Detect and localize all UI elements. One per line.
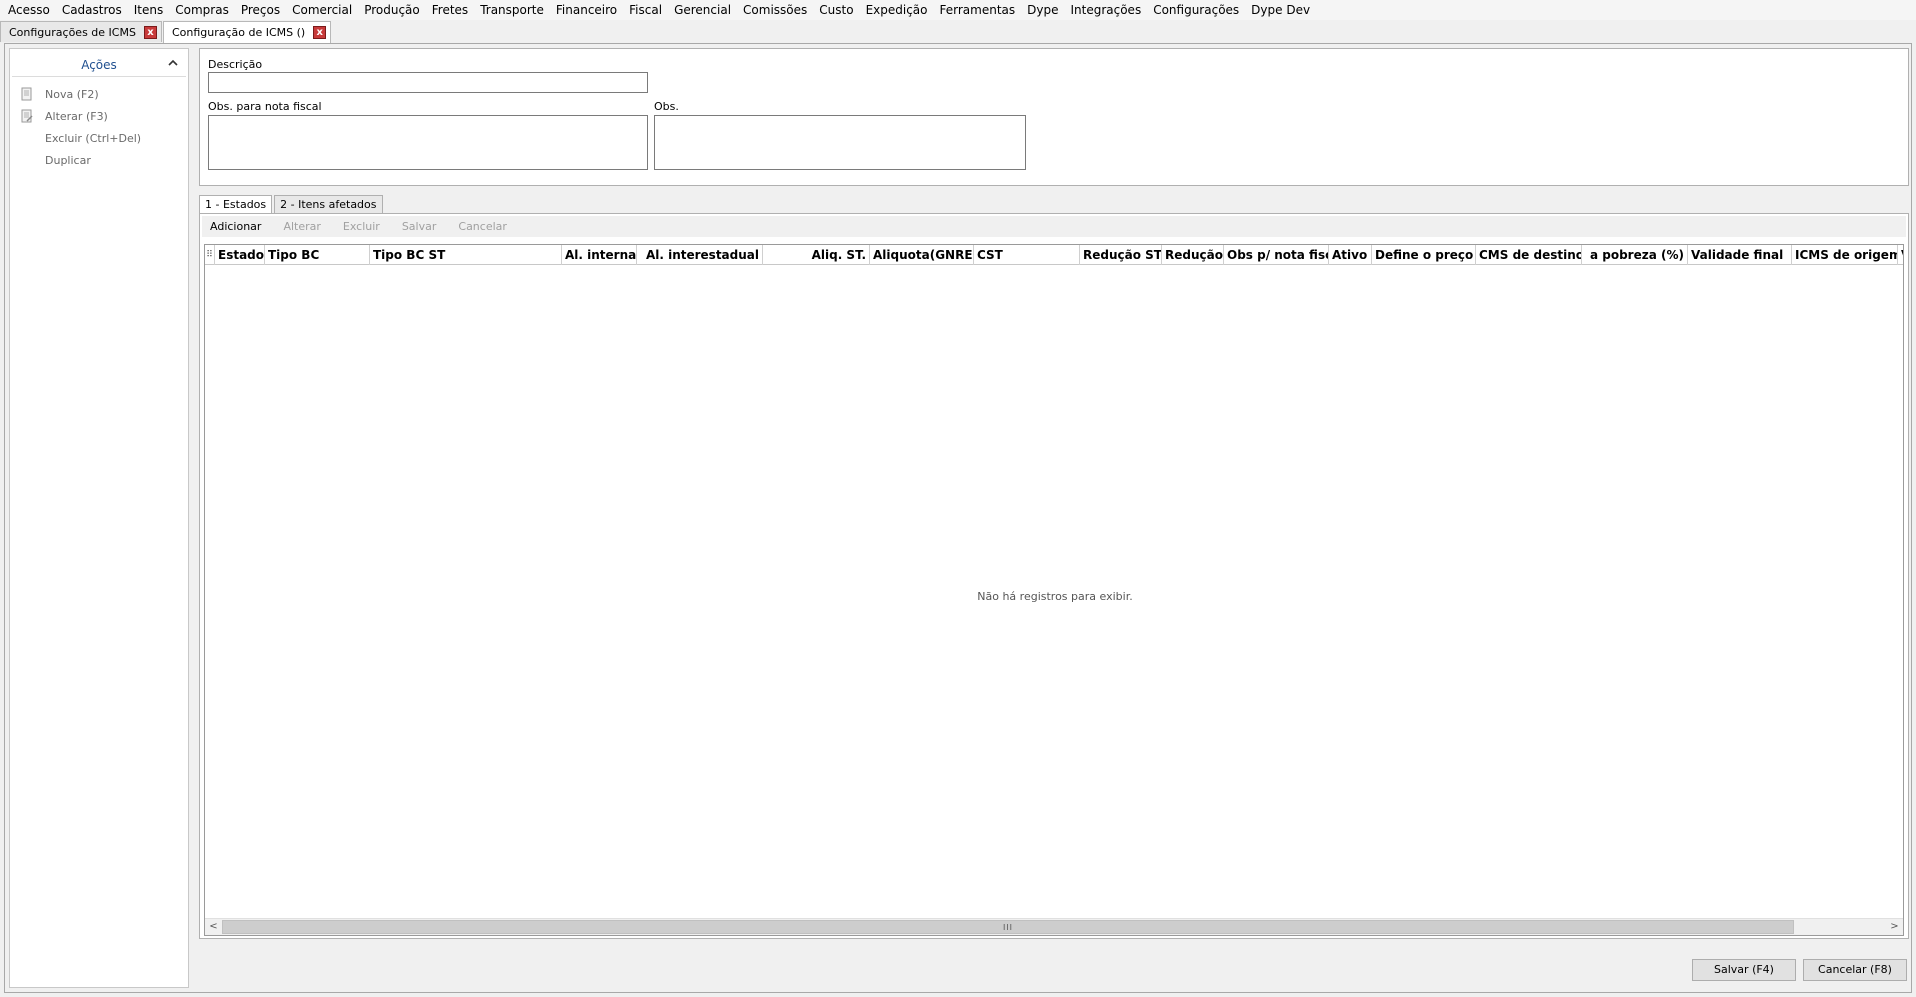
menu-bar: Acesso Cadastros Itens Compras Preços Co… — [0, 0, 1916, 20]
doc-tab-label: Configuração de ICMS () — [171, 26, 306, 39]
inner-tabs: 1 - Estados 2 - Itens afetados — [199, 195, 385, 214]
menu-comissoes[interactable]: Comissões — [737, 0, 813, 20]
grip-icon: III — [1002, 923, 1014, 932]
menu-itens[interactable]: Itens — [128, 0, 169, 20]
grid-header: ⠿ Estado Tipo BC Tipo BC ST Al. interna … — [205, 245, 1903, 265]
menu-comercial[interactable]: Comercial — [286, 0, 358, 20]
menu-dype[interactable]: Dype — [1021, 0, 1064, 20]
column-header[interactable]: V — [1898, 245, 1903, 265]
close-icon[interactable]: x — [143, 25, 157, 39]
menu-ferramentas[interactable]: Ferramentas — [934, 0, 1022, 20]
obs-label: Obs. — [654, 100, 679, 113]
action-nova[interactable]: Nova (F2) — [10, 83, 188, 105]
column-header[interactable]: Al. interestadual — [637, 245, 763, 265]
adicionar-button[interactable]: Adicionar — [202, 220, 267, 233]
close-icon[interactable]: x — [313, 26, 327, 39]
action-excluir[interactable]: Excluir (Ctrl+Del) — [10, 127, 188, 149]
salvar-button[interactable]: Salvar — [394, 220, 443, 233]
cancelar-button[interactable]: Cancelar — [450, 220, 513, 233]
column-header[interactable]: CST — [974, 245, 1080, 265]
alterar-button[interactable]: Alterar — [275, 220, 326, 233]
menu-transporte[interactable]: Transporte — [474, 0, 550, 20]
cancel-button[interactable]: Cancelar (F8) — [1803, 959, 1907, 981]
obs-input[interactable] — [654, 115, 1026, 170]
menu-fiscal[interactable]: Fiscal — [623, 0, 668, 20]
descricao-input[interactable] — [208, 72, 648, 93]
action-label: Alterar (F3) — [45, 109, 108, 123]
column-header[interactable]: Ativo — [1329, 245, 1372, 265]
menu-compras[interactable]: Compras — [169, 0, 235, 20]
scroll-left-icon[interactable]: < — [205, 919, 222, 935]
doc-tab-configuracao-icms[interactable]: Configuração de ICMS () x — [162, 21, 332, 43]
doc-tab-configuracoes-icms[interactable]: Configurações de ICMS x — [0, 21, 162, 42]
actions-panel-title: Ações — [81, 57, 117, 72]
menu-producao[interactable]: Produção — [358, 0, 426, 20]
column-header[interactable]: Al. interna — [562, 245, 637, 265]
column-header[interactable]: CMS de destino — [1476, 245, 1582, 265]
column-header[interactable]: Obs p/ nota fisc — [1224, 245, 1329, 265]
action-label: Duplicar — [45, 153, 91, 167]
document-tabs: Configurações de ICMS x Configuração de … — [0, 21, 332, 43]
menu-expedicao[interactable]: Expedição — [860, 0, 934, 20]
column-header[interactable]: ICMS de origem — [1792, 245, 1898, 265]
form-panel: Descrição Obs. para nota fiscal Obs. — [199, 48, 1909, 186]
menu-acesso[interactable]: Acesso — [2, 0, 56, 20]
menu-configuracoes[interactable]: Configurações — [1147, 0, 1245, 20]
action-alterar[interactable]: Alterar (F3) — [10, 105, 188, 127]
menu-financeiro[interactable]: Financeiro — [550, 0, 623, 20]
menu-custo[interactable]: Custo — [813, 0, 859, 20]
scroll-thumb[interactable]: III — [222, 920, 1794, 934]
empty-message: Não há registros para exibir. — [977, 590, 1133, 603]
column-header[interactable]: Validade final — [1688, 245, 1792, 265]
chevron-up-icon[interactable] — [168, 57, 178, 71]
tab-itens-afetados[interactable]: 2 - Itens afetados — [274, 195, 383, 213]
main-frame: Ações Nova (F2) Alterar (F3) Excluir (Ct… — [4, 43, 1912, 993]
menu-cadastros[interactable]: Cadastros — [56, 0, 128, 20]
estados-grid: ⠿ Estado Tipo BC Tipo BC ST Al. interna … — [204, 244, 1904, 936]
menu-integracoes[interactable]: Integrações — [1064, 0, 1147, 20]
obs-nota-fiscal-input[interactable] — [208, 115, 648, 170]
excluir-button[interactable]: Excluir — [335, 220, 386, 233]
new-document-icon — [20, 87, 34, 101]
actions-list: Nova (F2) Alterar (F3) Excluir (Ctrl+Del… — [10, 77, 188, 171]
descricao-label: Descrição — [208, 58, 263, 71]
action-label: Excluir (Ctrl+Del) — [45, 131, 142, 145]
column-header[interactable]: Estado — [215, 245, 265, 265]
doc-tab-label: Configurações de ICMS — [9, 25, 136, 39]
scroll-right-icon[interactable]: > — [1886, 919, 1903, 935]
column-header[interactable]: Define o preço — [1372, 245, 1476, 265]
action-duplicar[interactable]: Duplicar — [10, 149, 188, 171]
column-header[interactable]: Redução ST — [1080, 245, 1162, 265]
grid-toolbar: Adicionar Alterar Excluir Salvar Cancela… — [202, 216, 1906, 237]
action-label: Nova (F2) — [45, 87, 99, 101]
actions-panel-header[interactable]: Ações — [12, 53, 186, 77]
column-header[interactable]: Aliq. ST. — [763, 245, 870, 265]
column-selector-icon[interactable]: ⠿ — [205, 245, 215, 265]
menu-precos[interactable]: Preços — [235, 0, 286, 20]
save-button[interactable]: Salvar (F4) — [1692, 959, 1796, 981]
grid-panel: Adicionar Alterar Excluir Salvar Cancela… — [199, 213, 1909, 939]
obs-nota-fiscal-label: Obs. para nota fiscal — [208, 100, 322, 113]
horizontal-scrollbar[interactable]: < III > — [205, 918, 1903, 935]
column-header[interactable]: Tipo BC ST — [370, 245, 562, 265]
column-header[interactable]: Redução — [1162, 245, 1224, 265]
edit-document-icon — [20, 109, 34, 123]
content-area: Descrição Obs. para nota fiscal Obs. 1 -… — [195, 48, 1909, 988]
tab-estados[interactable]: 1 - Estados — [199, 195, 273, 214]
menu-dype-dev[interactable]: Dype Dev — [1245, 0, 1316, 20]
column-header[interactable]: a pobreza (%) — [1582, 245, 1688, 265]
menu-fretes[interactable]: Fretes — [426, 0, 474, 20]
actions-panel: Ações Nova (F2) Alterar (F3) Excluir (Ct… — [9, 48, 189, 988]
column-header[interactable]: Tipo BC — [265, 245, 370, 265]
column-header[interactable]: Aliquota(GNRE) — [870, 245, 974, 265]
menu-gerencial[interactable]: Gerencial — [668, 0, 737, 20]
